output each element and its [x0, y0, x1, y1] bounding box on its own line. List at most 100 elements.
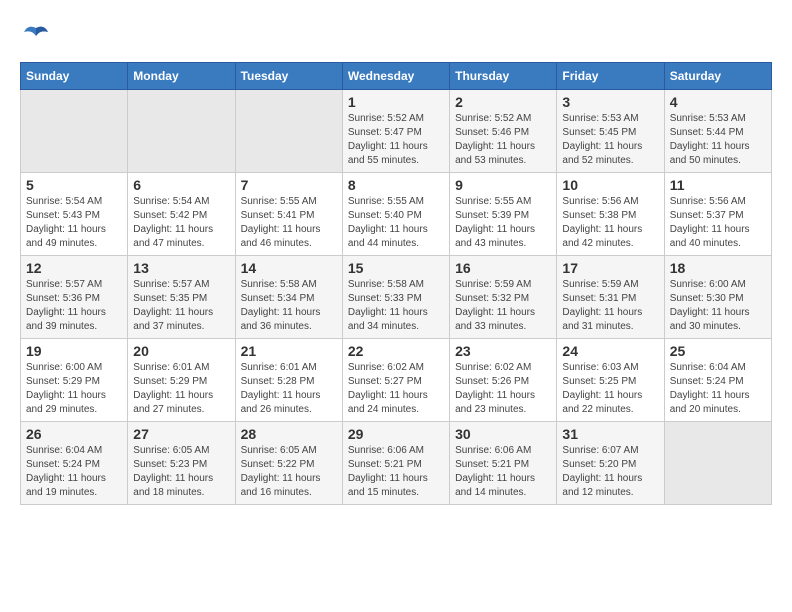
day-info: Sunrise: 5:53 AM Sunset: 5:45 PM Dayligh…	[562, 112, 658, 168]
day-number: 29	[348, 426, 444, 442]
calendar-cell: 9 Sunrise: 5:55 AM Sunset: 5:39 PM Daylig…	[450, 173, 557, 256]
calendar-cell: 25 Sunrise: 6:04 AM Sunset: 5:24 PM Dayli…	[664, 339, 771, 422]
day-number: 15	[348, 260, 444, 276]
weekday-header-sunday: Sunday	[21, 63, 128, 90]
weekday-header-saturday: Saturday	[664, 63, 771, 90]
day-number: 11	[670, 177, 766, 193]
calendar-cell	[235, 90, 342, 173]
calendar-cell: 26Sunrise: 6:04 AM Sunset: 5:24 PM Dayli…	[21, 422, 128, 505]
calendar-cell: 28 Sunrise: 6:05 AM Sunset: 5:22 PM Dayli…	[235, 422, 342, 505]
day-number: 24	[562, 343, 658, 359]
day-info: Sunrise: 6:00 AM Sunset: 5:30 PM Dayligh…	[670, 278, 766, 334]
day-info: Sunrise: 6:02 AM Sunset: 5:26 PM Dayligh…	[455, 361, 551, 417]
day-number: 23	[455, 343, 551, 359]
calendar-cell: 27Sunrise: 6:05 AM Sunset: 5:23 PM Dayli…	[128, 422, 235, 505]
calendar-cell	[128, 90, 235, 173]
calendar-cell: 2 Sunrise: 5:52 AM Sunset: 5:46 PM Daylig…	[450, 90, 557, 173]
calendar-cell: 23 Sunrise: 6:02 AM Sunset: 5:26 PM Dayli…	[450, 339, 557, 422]
calendar-cell: 1 Sunrise: 5:52 AM Sunset: 5:47 PM Daylig…	[342, 90, 449, 173]
calendar-cell: 21 Sunrise: 6:01 AM Sunset: 5:28 PM Dayli…	[235, 339, 342, 422]
day-info: Sunrise: 5:55 AM Sunset: 5:41 PM Dayligh…	[241, 195, 337, 251]
day-info: Sunrise: 5:55 AM Sunset: 5:39 PM Dayligh…	[455, 195, 551, 251]
weekday-header-thursday: Thursday	[450, 63, 557, 90]
calendar-cell: 19 Sunrise: 6:00 AM Sunset: 5:29 PM Dayli…	[21, 339, 128, 422]
calendar-week-5: 26Sunrise: 6:04 AM Sunset: 5:24 PM Dayli…	[21, 422, 772, 505]
day-info: Sunrise: 5:59 AM Sunset: 5:31 PM Dayligh…	[562, 278, 658, 334]
day-number: 9	[455, 177, 551, 193]
weekday-header-tuesday: Tuesday	[235, 63, 342, 90]
calendar-cell: 13 Sunrise: 5:57 AM Sunset: 5:35 PM Dayli…	[128, 256, 235, 339]
day-number: 8	[348, 177, 444, 193]
day-number: 4	[670, 94, 766, 110]
day-info: Sunrise: 5:53 AM Sunset: 5:44 PM Dayligh…	[670, 112, 766, 168]
calendar-cell	[21, 90, 128, 173]
weekday-header-row: SundayMondayTuesdayWednesdayThursdayFrid…	[21, 63, 772, 90]
calendar-cell: 17Sunrise: 5:59 AM Sunset: 5:31 PM Dayli…	[557, 256, 664, 339]
day-info: Sunrise: 6:06 AM Sunset: 5:21 PM Dayligh…	[348, 444, 444, 500]
calendar-table: SundayMondayTuesdayWednesdayThursdayFrid…	[20, 62, 772, 505]
day-number: 3	[562, 94, 658, 110]
calendar-cell: 30 Sunrise: 6:06 AM Sunset: 5:21 PM Dayli…	[450, 422, 557, 505]
calendar-week-2: 5 Sunrise: 5:54 AM Sunset: 5:43 PM Daylig…	[21, 173, 772, 256]
calendar-cell: 8 Sunrise: 5:55 AM Sunset: 5:40 PM Daylig…	[342, 173, 449, 256]
day-info: Sunrise: 5:57 AM Sunset: 5:35 PM Dayligh…	[133, 278, 229, 334]
day-info: Sunrise: 5:58 AM Sunset: 5:33 PM Dayligh…	[348, 278, 444, 334]
calendar-week-1: 1 Sunrise: 5:52 AM Sunset: 5:47 PM Daylig…	[21, 90, 772, 173]
day-info: Sunrise: 6:04 AM Sunset: 5:24 PM Dayligh…	[26, 444, 122, 500]
day-number: 31	[562, 426, 658, 442]
calendar-cell: 18 Sunrise: 6:00 AM Sunset: 5:30 PM Dayli…	[664, 256, 771, 339]
day-info: Sunrise: 5:54 AM Sunset: 5:43 PM Dayligh…	[26, 195, 122, 251]
calendar-cell: 22 Sunrise: 6:02 AM Sunset: 5:27 PM Dayli…	[342, 339, 449, 422]
calendar-cell	[664, 422, 771, 505]
day-info: Sunrise: 6:01 AM Sunset: 5:28 PM Dayligh…	[241, 361, 337, 417]
day-info: Sunrise: 6:07 AM Sunset: 5:20 PM Dayligh…	[562, 444, 658, 500]
calendar-cell: 11Sunrise: 5:56 AM Sunset: 5:37 PM Dayli…	[664, 173, 771, 256]
day-info: Sunrise: 5:54 AM Sunset: 5:42 PM Dayligh…	[133, 195, 229, 251]
calendar-cell: 16 Sunrise: 5:59 AM Sunset: 5:32 PM Dayli…	[450, 256, 557, 339]
logo	[20, 20, 56, 52]
day-info: Sunrise: 6:05 AM Sunset: 5:22 PM Dayligh…	[241, 444, 337, 500]
day-info: Sunrise: 6:05 AM Sunset: 5:23 PM Dayligh…	[133, 444, 229, 500]
calendar-week-3: 12Sunrise: 5:57 AM Sunset: 5:36 PM Dayli…	[21, 256, 772, 339]
day-number: 16	[455, 260, 551, 276]
day-number: 20	[133, 343, 229, 359]
day-info: Sunrise: 5:59 AM Sunset: 5:32 PM Dayligh…	[455, 278, 551, 334]
day-number: 28	[241, 426, 337, 442]
day-number: 2	[455, 94, 551, 110]
day-info: Sunrise: 5:52 AM Sunset: 5:46 PM Dayligh…	[455, 112, 551, 168]
day-number: 10	[562, 177, 658, 193]
day-number: 5	[26, 177, 122, 193]
day-number: 22	[348, 343, 444, 359]
calendar-cell: 6 Sunrise: 5:54 AM Sunset: 5:42 PM Daylig…	[128, 173, 235, 256]
day-number: 19	[26, 343, 122, 359]
weekday-header-monday: Monday	[128, 63, 235, 90]
calendar-cell: 29 Sunrise: 6:06 AM Sunset: 5:21 PM Dayli…	[342, 422, 449, 505]
calendar-cell: 15 Sunrise: 5:58 AM Sunset: 5:33 PM Dayli…	[342, 256, 449, 339]
day-info: Sunrise: 5:58 AM Sunset: 5:34 PM Dayligh…	[241, 278, 337, 334]
calendar-cell: 14 Sunrise: 5:58 AM Sunset: 5:34 PM Dayli…	[235, 256, 342, 339]
calendar-week-4: 19 Sunrise: 6:00 AM Sunset: 5:29 PM Dayli…	[21, 339, 772, 422]
day-number: 30	[455, 426, 551, 442]
calendar-cell: 31 Sunrise: 6:07 AM Sunset: 5:20 PM Dayli…	[557, 422, 664, 505]
day-number: 6	[133, 177, 229, 193]
day-number: 13	[133, 260, 229, 276]
day-number: 25	[670, 343, 766, 359]
page-header	[20, 20, 772, 52]
day-number: 21	[241, 343, 337, 359]
day-info: Sunrise: 5:56 AM Sunset: 5:38 PM Dayligh…	[562, 195, 658, 251]
day-info: Sunrise: 6:01 AM Sunset: 5:29 PM Dayligh…	[133, 361, 229, 417]
calendar-cell: 7Sunrise: 5:55 AM Sunset: 5:41 PM Daylig…	[235, 173, 342, 256]
day-number: 18	[670, 260, 766, 276]
day-info: Sunrise: 5:52 AM Sunset: 5:47 PM Dayligh…	[348, 112, 444, 168]
day-info: Sunrise: 6:00 AM Sunset: 5:29 PM Dayligh…	[26, 361, 122, 417]
weekday-header-wednesday: Wednesday	[342, 63, 449, 90]
day-number: 1	[348, 94, 444, 110]
day-info: Sunrise: 6:06 AM Sunset: 5:21 PM Dayligh…	[455, 444, 551, 500]
day-info: Sunrise: 6:04 AM Sunset: 5:24 PM Dayligh…	[670, 361, 766, 417]
calendar-cell: 3 Sunrise: 5:53 AM Sunset: 5:45 PM Daylig…	[557, 90, 664, 173]
day-info: Sunrise: 5:57 AM Sunset: 5:36 PM Dayligh…	[26, 278, 122, 334]
weekday-header-friday: Friday	[557, 63, 664, 90]
day-number: 14	[241, 260, 337, 276]
day-info: Sunrise: 5:55 AM Sunset: 5:40 PM Dayligh…	[348, 195, 444, 251]
day-info: Sunrise: 6:02 AM Sunset: 5:27 PM Dayligh…	[348, 361, 444, 417]
